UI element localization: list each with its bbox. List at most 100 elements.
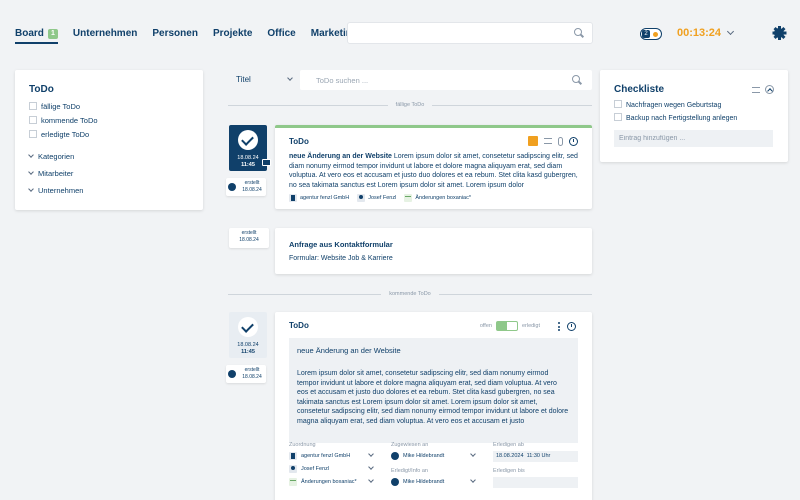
erledigt-durch-label: Erledigt/Info an bbox=[391, 468, 428, 474]
main-nav: Board 1 Unternehmen Personen Projekte Off… bbox=[15, 28, 373, 44]
activity-icon bbox=[404, 194, 413, 202]
status-toggle-wrap: offen erledigt bbox=[479, 321, 540, 331]
avatar-icon bbox=[391, 478, 399, 486]
task1-actions bbox=[528, 136, 578, 146]
task1-body: neue Änderung an der Website Lorem ipsum… bbox=[289, 153, 578, 189]
checkbox[interactable] bbox=[614, 113, 622, 121]
task1-created: erstellt 18.08.24 bbox=[226, 178, 266, 196]
person-icon bbox=[289, 465, 297, 473]
todo-panel-title: ToDo bbox=[29, 84, 54, 95]
global-search-input[interactable] bbox=[348, 23, 563, 43]
tag-person[interactable]: Josef Fenzl bbox=[357, 194, 396, 202]
erledigen-bis-label: Erledigen bis bbox=[493, 468, 525, 474]
checklist-panel: Checkliste Nachfragen wegen Geburtstag B… bbox=[600, 70, 788, 162]
zuordnung-project[interactable]: Änderungen boxaniac* bbox=[289, 477, 379, 486]
tag-project[interactable]: Änderungen boxaniac* bbox=[404, 194, 471, 202]
filter-erledigte[interactable]: erledigte ToDo bbox=[29, 129, 189, 143]
zugewiesen-label: Zugewiesen an bbox=[391, 442, 429, 448]
task2-card[interactable]: Anfrage aus Kontaktformular Formular: We… bbox=[275, 228, 592, 274]
avatar-icon bbox=[228, 370, 236, 378]
chevron-down-icon bbox=[368, 451, 374, 457]
erledigen-ab-label: Erledigen ab bbox=[493, 442, 524, 448]
checklist-add-input[interactable] bbox=[614, 130, 764, 147]
check-icon bbox=[238, 317, 258, 337]
zugewiesen-select[interactable]: Mike Hildebrandt bbox=[391, 451, 479, 460]
filter-kommende[interactable]: kommende ToDo bbox=[29, 115, 189, 129]
global-search bbox=[347, 22, 593, 44]
nav-projekte[interactable]: Projekte bbox=[213, 28, 252, 44]
task3-body: Lorem ipsum dolor sit amet, consetetur s… bbox=[297, 370, 569, 425]
check-icon bbox=[238, 130, 258, 150]
task2-created: erstellt 18.08.24 bbox=[229, 228, 269, 248]
task3-card[interactable]: ToDo offen erledigt neue Änderung an der… bbox=[275, 312, 592, 500]
checkbox[interactable] bbox=[614, 100, 622, 108]
task3-time: 11:45 bbox=[241, 349, 255, 355]
task2-title: Anfrage aus Kontaktformular bbox=[289, 240, 393, 249]
checklist-item[interactable]: Nachfragen wegen Geburtstag bbox=[614, 100, 774, 113]
search-icon[interactable] bbox=[572, 75, 582, 85]
nav-board[interactable]: Board 1 bbox=[15, 28, 58, 44]
message-icon bbox=[262, 159, 271, 166]
zuordnung-company[interactable]: agentur fenzl GmbH bbox=[289, 451, 379, 460]
document-icon bbox=[289, 194, 297, 202]
zuordnung-label: Zuordnung bbox=[289, 442, 316, 448]
task3-description[interactable]: neue Änderung an der Website Lorem ipsum… bbox=[289, 338, 578, 443]
nav-personen[interactable]: Personen bbox=[152, 28, 198, 44]
top-bar: Board 1 Unternehmen Personen Projekte Off… bbox=[0, 0, 800, 64]
person-icon bbox=[357, 194, 366, 202]
attachment-icon[interactable] bbox=[558, 136, 563, 146]
chevron-down-icon bbox=[368, 464, 374, 470]
section-unternehmen[interactable]: Unternehmen bbox=[28, 185, 189, 202]
gear-icon[interactable] bbox=[772, 26, 786, 40]
timer-badge[interactable]: 2 bbox=[640, 28, 662, 40]
avatar-icon bbox=[391, 452, 399, 460]
checklist-item[interactable]: Backup nach Fertigstellung anlegen bbox=[614, 113, 774, 126]
chevron-down-icon bbox=[28, 152, 34, 158]
checkbox[interactable] bbox=[29, 130, 37, 138]
timer-display: 00:13:24 bbox=[677, 27, 722, 39]
search-icon[interactable] bbox=[574, 28, 584, 38]
checklist-add bbox=[614, 130, 773, 147]
todo-search bbox=[300, 70, 592, 90]
collapse-icon[interactable] bbox=[765, 85, 774, 94]
task1-card[interactable]: ToDo neue Änderung an der Website Lorem … bbox=[275, 125, 592, 209]
clock-icon[interactable] bbox=[569, 136, 578, 146]
chevron-down-icon bbox=[368, 477, 374, 483]
filter-faellige[interactable]: fällige ToDo bbox=[29, 101, 189, 115]
tag-company[interactable]: agentur fenzl GmbH bbox=[289, 194, 349, 202]
chevron-down-icon bbox=[28, 186, 34, 192]
board-badge: 1 bbox=[47, 29, 58, 39]
task1-tags: agentur fenzl GmbH Josef Fenzl Änderunge… bbox=[289, 194, 471, 202]
todo-filter-panel: ToDo fällige ToDo kommende ToDo erledigt… bbox=[15, 70, 203, 210]
todo-search-input[interactable] bbox=[300, 70, 550, 90]
erledigen-ab-input[interactable]: 18.08.2024 11:30 Uhr bbox=[493, 451, 578, 462]
erledigt-durch-select[interactable]: Mike Hildebrandt bbox=[391, 477, 479, 486]
checklist-actions bbox=[752, 85, 774, 94]
nav-office[interactable]: Office bbox=[267, 28, 295, 44]
timer-count: 2 bbox=[642, 30, 650, 38]
task3-open-tile[interactable]: 18.08.24 11:45 bbox=[229, 312, 267, 358]
section-mitarbeiter[interactable]: Mitarbeiter bbox=[28, 168, 189, 185]
clock-icon[interactable] bbox=[567, 322, 576, 331]
checkbox[interactable] bbox=[29, 102, 37, 110]
section-kategorien[interactable]: Kategorien bbox=[28, 151, 189, 168]
chevron-down-icon bbox=[470, 451, 476, 457]
zuordnung-person[interactable]: Josef Fenzl bbox=[289, 464, 379, 473]
chevron-down-icon bbox=[470, 477, 476, 483]
checkbox[interactable] bbox=[29, 116, 37, 124]
erledigen-bis-input[interactable] bbox=[493, 477, 578, 488]
filter-field-select[interactable]: Titel bbox=[228, 70, 298, 90]
priority-flag-icon[interactable] bbox=[528, 136, 538, 146]
notes-icon[interactable] bbox=[544, 138, 552, 144]
chevron-down-icon[interactable] bbox=[726, 27, 735, 36]
activity-icon bbox=[289, 478, 297, 486]
timer-status-dot bbox=[653, 32, 658, 37]
status-toggle[interactable] bbox=[495, 321, 518, 331]
more-options-icon[interactable] bbox=[558, 322, 560, 331]
sort-icon[interactable] bbox=[752, 86, 760, 93]
checklist-title: Checkliste bbox=[614, 84, 665, 95]
chevron-down-icon bbox=[287, 75, 293, 81]
nav-unternehmen[interactable]: Unternehmen bbox=[73, 28, 137, 44]
document-icon bbox=[289, 452, 297, 460]
task2-subtitle: Formular: Website Job & Karriere bbox=[289, 255, 393, 262]
